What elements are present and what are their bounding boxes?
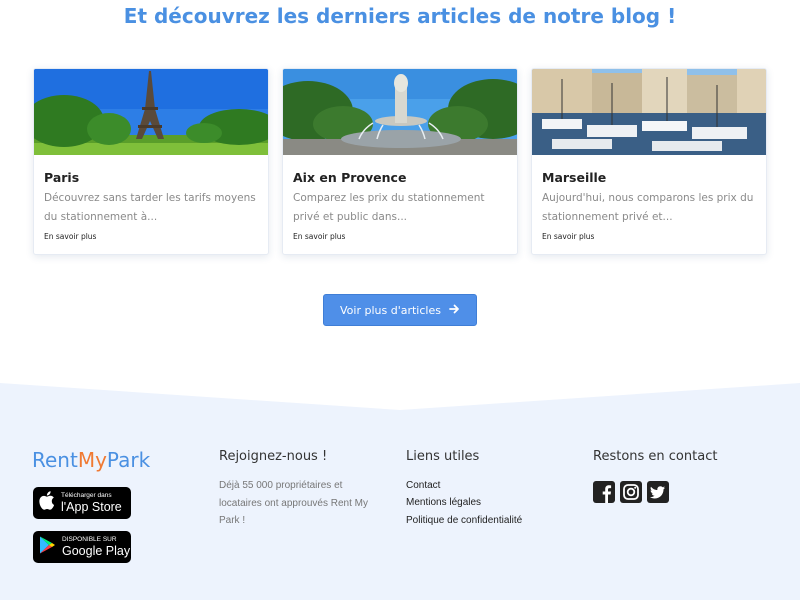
paris-image[interactable] xyxy=(34,69,268,155)
app-store-small-text: Télécharger dans xyxy=(61,492,112,499)
link-legal-notice[interactable]: Mentions légales xyxy=(406,497,481,508)
google-play-big-text: Google Play xyxy=(62,543,131,558)
article-excerpt: Découvrez sans tarder les tarifs moyens … xyxy=(44,192,256,223)
article-title[interactable]: Aix en Provence xyxy=(293,170,406,185)
article-card-marseille[interactable]: Marseille Aujourd'hui, nous comparons le… xyxy=(531,68,767,255)
marseille-image[interactable] xyxy=(532,69,766,155)
instagram-icon[interactable] xyxy=(620,481,642,503)
more-articles-button[interactable]: Voir plus d'articles xyxy=(323,294,477,326)
article-card-aix[interactable]: Aix en Provence Comparez les prix du sta… xyxy=(282,68,518,255)
google-play-icon xyxy=(39,536,56,559)
article-excerpt: Aujourd'hui, nous comparons les prix du … xyxy=(542,192,754,223)
join-us-title: Rejoignez-nous ! xyxy=(219,449,328,464)
rentmypark-logo[interactable]: RentMyPark xyxy=(32,448,150,472)
read-more-link[interactable]: En savoir plus xyxy=(44,232,96,241)
read-more-link[interactable]: En savoir plus xyxy=(293,232,345,241)
google-play-badge[interactable]: DISPONIBLE SUR Google Play xyxy=(33,531,131,563)
facebook-icon[interactable] xyxy=(593,481,615,503)
link-privacy-policy[interactable]: Politique de confidentialité xyxy=(406,515,522,526)
article-title[interactable]: Paris xyxy=(44,170,79,185)
stay-in-touch-title: Restons en contact xyxy=(593,449,718,464)
app-store-badge[interactable]: Télécharger dans l'App Store xyxy=(33,487,131,519)
google-play-small-text: DISPONIBLE SUR xyxy=(62,536,117,543)
article-card-paris[interactable]: Paris Découvrez sans tarder les tarifs m… xyxy=(33,68,269,255)
article-excerpt: Comparez les prix du stationnement privé… xyxy=(293,192,485,223)
useful-links-title: Liens utiles xyxy=(406,449,480,464)
link-contact[interactable]: Contact xyxy=(406,480,440,491)
apple-icon xyxy=(39,491,55,515)
article-title[interactable]: Marseille xyxy=(542,170,606,185)
app-store-big-text: l'App Store xyxy=(61,499,122,514)
join-us-text: Déjà 55 000 propriétaires et locataires … xyxy=(219,480,368,526)
arrow-right-icon xyxy=(449,304,460,317)
blog-section-title: Et découvrez les derniers articles de no… xyxy=(123,4,677,28)
aix-image[interactable] xyxy=(283,69,517,155)
twitter-icon[interactable] xyxy=(647,481,669,503)
read-more-link[interactable]: En savoir plus xyxy=(542,232,594,241)
more-articles-label: Voir plus d'articles xyxy=(340,303,441,317)
